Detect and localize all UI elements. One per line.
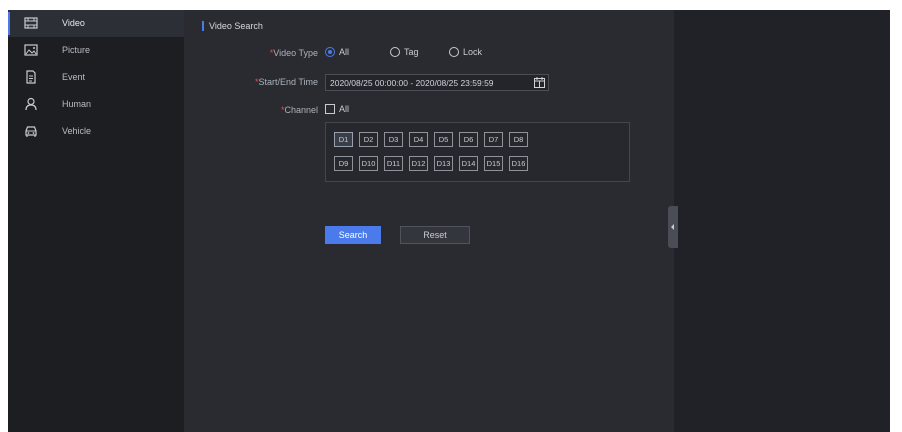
- channel-grid: D1 D2 D3 D4 D5 D6 D7 D8 D9 D10 D11 D12 D…: [325, 122, 630, 182]
- sidebar-item-human[interactable]: Human: [8, 91, 184, 118]
- reset-button[interactable]: Reset: [400, 226, 470, 244]
- video-type-tag-radio[interactable]: Tag: [390, 47, 419, 57]
- sidebar-item-label: Vehicle: [62, 126, 92, 136]
- calendar-icon[interactable]: [534, 77, 545, 88]
- event-icon: [26, 70, 36, 84]
- human-icon: [25, 97, 37, 111]
- channel-d5[interactable]: D5: [434, 132, 453, 147]
- channel-d9[interactable]: D9: [334, 156, 353, 171]
- chevron-left-icon: [671, 224, 674, 230]
- channel-all-checkbox[interactable]: All: [325, 104, 349, 114]
- sidebar-item-picture[interactable]: Picture: [8, 37, 184, 64]
- sidebar-item-label: Human: [62, 99, 92, 109]
- video-icon: [24, 17, 38, 29]
- radio-checked-icon: [325, 47, 335, 57]
- picture-icon: [24, 44, 38, 56]
- video-type-all-radio[interactable]: All: [325, 47, 349, 57]
- channel-d10[interactable]: D10: [359, 156, 378, 171]
- sidebar-item-video[interactable]: Video: [8, 10, 184, 37]
- sidebar-item-event[interactable]: Event: [8, 64, 184, 91]
- channel-d16[interactable]: D16: [509, 156, 528, 171]
- collapse-handle[interactable]: [668, 206, 678, 248]
- sidebar-item-label: Video: [62, 18, 85, 28]
- channel-label: *Channel: [280, 105, 318, 115]
- channel-d12[interactable]: D12: [409, 156, 428, 171]
- sidebar-item-label: Event: [62, 72, 86, 82]
- channel-d7[interactable]: D7: [484, 132, 503, 147]
- preview-pane: [674, 10, 890, 432]
- sidebar-item-label: Picture: [62, 45, 91, 55]
- channel-d14[interactable]: D14: [459, 156, 478, 171]
- radio-unchecked-icon: [449, 47, 459, 57]
- channel-d15[interactable]: D15: [484, 156, 503, 171]
- channel-d4[interactable]: D4: [409, 132, 428, 147]
- channel-d2[interactable]: D2: [359, 132, 378, 147]
- section-title: Video Search: [202, 21, 263, 31]
- channel-d8[interactable]: D8: [509, 132, 528, 147]
- start-end-time-field[interactable]: 2020/08/25 00:00:00 - 2020/08/25 23:59:5…: [325, 74, 549, 91]
- video-type-label: *Video Type: [269, 48, 318, 58]
- video-type-lock-radio[interactable]: Lock: [449, 47, 482, 57]
- vehicle-icon: [25, 126, 37, 137]
- sidebar-item-vehicle[interactable]: Vehicle: [8, 118, 184, 145]
- app-frame: Video Picture Event Human Vehicle Video …: [8, 10, 890, 432]
- checkbox-unchecked-icon: [325, 104, 335, 114]
- channel-d1[interactable]: D1: [334, 132, 353, 147]
- channel-d3[interactable]: D3: [384, 132, 403, 147]
- sidebar: Video Picture Event Human Vehicle: [8, 10, 184, 432]
- search-button[interactable]: Search: [325, 226, 381, 244]
- channel-d6[interactable]: D6: [459, 132, 478, 147]
- start-end-time-label: *Start/End Time: [254, 77, 318, 87]
- channel-d11[interactable]: D11: [384, 156, 403, 171]
- search-panel: Video Search *Video Type All Tag Lock *S…: [184, 10, 674, 432]
- radio-unchecked-icon: [390, 47, 400, 57]
- channel-d13[interactable]: D13: [434, 156, 453, 171]
